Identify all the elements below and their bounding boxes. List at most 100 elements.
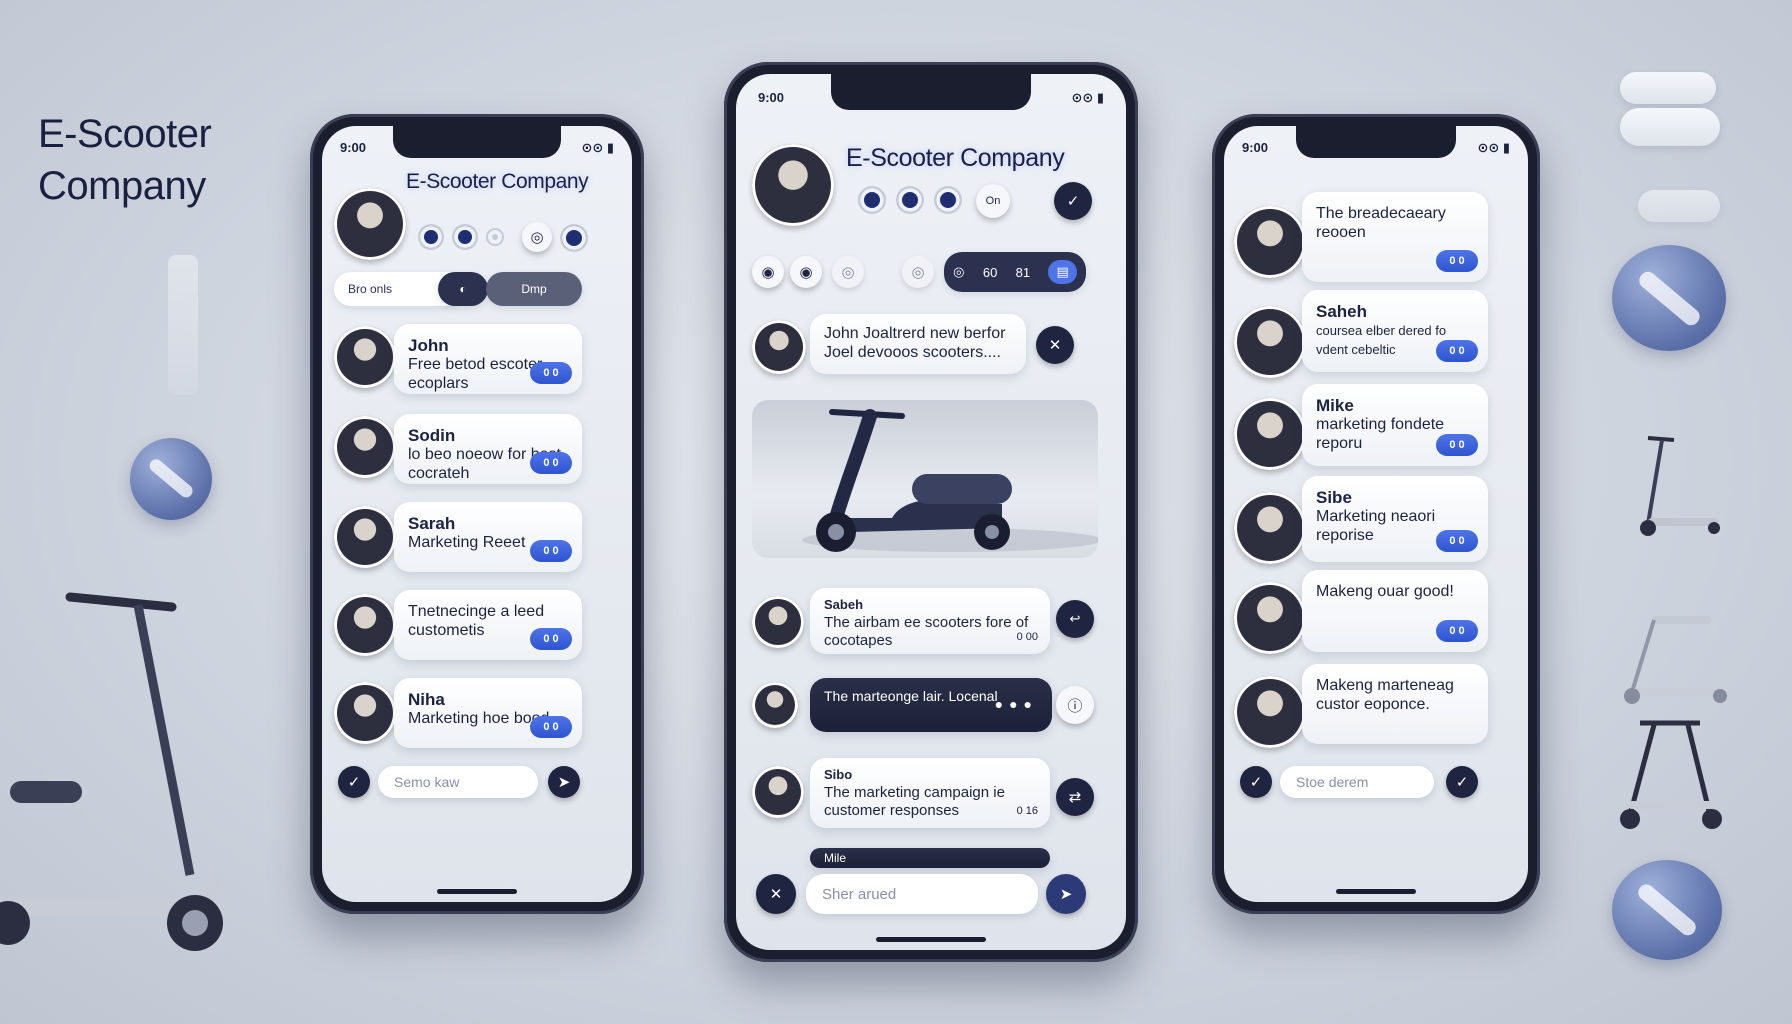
contact-avatar[interactable]	[334, 416, 396, 478]
contact-avatar[interactable]	[1234, 398, 1306, 470]
status-dot-icon[interactable]	[936, 188, 960, 212]
option-icon[interactable]: ◎	[832, 256, 864, 288]
message-bubble[interactable]: Makeng ouar good! 0 0	[1302, 570, 1488, 652]
message-meta: 0 00	[1016, 631, 1038, 643]
message-badge: 0 0	[530, 716, 572, 738]
message-badge: 0 0	[1436, 250, 1478, 272]
phone-right: 9:00 ⊙⊙ ▮ The breadecaeary reooen 0 0 Sa…	[1212, 114, 1540, 914]
message-badge: 0 0	[1436, 434, 1478, 456]
profile-avatar[interactable]	[752, 144, 834, 226]
message-text: The marketing campaign ie customer respo…	[824, 784, 1005, 819]
contact-avatar[interactable]	[334, 506, 396, 568]
profile-avatar[interactable]	[334, 188, 406, 260]
contact-avatar[interactable]	[752, 596, 804, 648]
brand-title: E-Scooter Company	[38, 108, 212, 212]
message-text: Tnetnecinge a leed custometis	[408, 603, 545, 639]
message-input[interactable]: Stoe derem	[1280, 766, 1434, 798]
message-bubble[interactable]: John Free betod escoter ecoplars 0 0	[394, 324, 582, 394]
scooter-small-icon	[1640, 436, 1720, 536]
message-input[interactable]: Sher arued	[806, 874, 1038, 914]
scooter-small-icon	[1624, 616, 1727, 704]
contact-avatar[interactable]	[1234, 582, 1306, 654]
sender-name: Sibo	[824, 767, 853, 782]
message-bubble-dark[interactable]: Mile	[810, 848, 1050, 868]
reply-icon[interactable]: ↩	[1056, 600, 1094, 638]
status-time: 9:00	[340, 140, 367, 155]
message-text: Free betod escoter ecoplars	[408, 356, 543, 392]
send-icon[interactable]: ➤	[548, 766, 580, 798]
message-text: Makeng marteneag custor eoponce.	[1316, 677, 1454, 713]
status-dot-icon[interactable]	[454, 226, 476, 248]
option-icon[interactable]: ◉	[752, 256, 784, 288]
option-icon[interactable]: ◎	[902, 256, 934, 288]
message-bubble-dark[interactable]: The marteonge lair. Locenal ●●●	[810, 678, 1052, 732]
tab-active[interactable]: ▤	[1048, 260, 1077, 284]
toggle-icon[interactable]: ◎	[522, 222, 552, 252]
contact-avatar[interactable]	[334, 594, 396, 656]
tab-icon[interactable]: ◎	[953, 264, 964, 280]
contact-avatar[interactable]	[1234, 492, 1306, 564]
battery-icon: ⊙⊙ ▮	[581, 140, 614, 155]
check-icon[interactable]: ✓	[1240, 766, 1272, 798]
message-badge: 0 0	[530, 540, 572, 562]
scooter-small-icon	[1620, 720, 1722, 829]
decor-bar	[168, 255, 198, 395]
message-bubble[interactable]: Sabeh The airbam ee scooters fore of coc…	[810, 588, 1050, 654]
contact-avatar[interactable]	[334, 326, 396, 388]
filter-toggle[interactable]: ◐	[438, 272, 488, 306]
filter-pill-right[interactable]: Dmp	[486, 272, 582, 306]
message-input[interactable]: Semo kaw	[378, 766, 538, 798]
message-bubble[interactable]: Sibe Marketing neaori reporise 0 0	[1302, 476, 1488, 562]
message-text: Marketing neaori reporise	[1316, 508, 1436, 544]
close-icon[interactable]: ✕	[1036, 326, 1074, 364]
check-icon[interactable]: ✓	[1054, 182, 1092, 220]
typing-dots-icon: ●●●	[994, 696, 1038, 712]
contact-avatar[interactable]	[334, 682, 396, 744]
home-indicator	[1336, 889, 1416, 894]
tab-label-1[interactable]: 60	[983, 265, 997, 280]
check-icon[interactable]: ✓	[1446, 766, 1478, 798]
status-dot-icon[interactable]	[562, 226, 586, 250]
phone-center: 9:00 ⊙⊙ ▮ E-Scooter Company On ✓ ◉ ◉ ◎ ◎…	[724, 62, 1138, 962]
contact-avatar[interactable]	[752, 766, 804, 818]
contact-avatar[interactable]	[752, 320, 806, 374]
notch	[831, 74, 1031, 110]
phone-left: 9:00 ⊙⊙ ▮ E-Scooter Company ◎ Bro onls ◐…	[310, 114, 644, 914]
contact-avatar[interactable]	[1234, 676, 1306, 748]
message-bubble[interactable]: Tnetnecinge a leed custometis 0 0	[394, 590, 582, 660]
status-dot-icon[interactable]	[488, 230, 502, 244]
message-bubble[interactable]: Mike marketing fondete reporu 0 0	[1302, 384, 1488, 466]
close-icon[interactable]: ✕	[756, 874, 796, 914]
send-icon[interactable]: ➤	[1046, 874, 1086, 914]
contact-avatar[interactable]	[1234, 306, 1306, 378]
contact-avatar[interactable]	[752, 682, 798, 728]
app-title: E-Scooter Company	[846, 144, 1065, 172]
share-icon[interactable]: ⇄	[1056, 778, 1094, 816]
info-icon[interactable]: ⓘ	[1056, 686, 1094, 724]
decor-ball-icon	[130, 438, 212, 520]
message-text: Marketing Reeet	[408, 534, 526, 551]
status-time: 9:00	[758, 90, 785, 105]
message-bubble[interactable]: John Joaltrerd new berfor Joel devooos s…	[810, 314, 1026, 374]
message-bubble[interactable]: The breadecaeary reooen 0 0	[1302, 192, 1488, 282]
message-bubble[interactable]: Sodin lo beo noeow for best cocrateh 0 0	[394, 414, 582, 484]
contact-avatar[interactable]	[1234, 206, 1306, 278]
status-dot-icon[interactable]	[860, 188, 884, 212]
tab-group[interactable]: ◎ 60 81 ▤	[944, 252, 1086, 292]
sender-name: Sibe	[1316, 488, 1352, 507]
toggle-icon[interactable]: On	[976, 184, 1010, 218]
filter-label: Bro onls	[348, 282, 393, 296]
option-icon[interactable]: ◉	[790, 256, 822, 288]
message-bubble[interactable]: Sibo The marketing campaign ie customer …	[810, 758, 1050, 828]
message-bubble[interactable]: Saheh coursea elber dered fo vdent cebel…	[1302, 290, 1488, 372]
status-dot-icon[interactable]	[420, 226, 442, 248]
message-badge: 0 0	[1436, 620, 1478, 642]
message-bubble[interactable]: Niha Marketing hoe bood 0 0	[394, 678, 582, 748]
message-bubble[interactable]: Sarah Marketing Reeet 0 0	[394, 502, 582, 572]
status-dot-icon[interactable]	[898, 188, 922, 212]
message-text: Makeng ouar good!	[1316, 583, 1454, 600]
tab-label-2[interactable]: 81	[1016, 265, 1030, 280]
message-bubble[interactable]: Makeng marteneag custor eoponce.	[1302, 664, 1488, 744]
sender-name: Mile	[824, 851, 847, 865]
check-icon[interactable]: ✓	[338, 766, 370, 798]
